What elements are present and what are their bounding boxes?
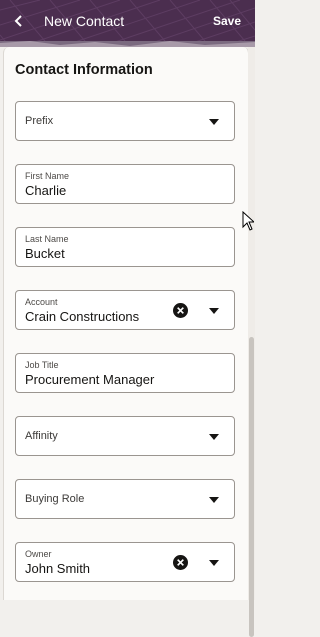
mouse-cursor-icon — [242, 211, 254, 231]
account-value: Crain Constructions — [25, 309, 140, 324]
prefix-select[interactable]: Prefix — [15, 101, 235, 141]
owner-value: John Smith — [25, 561, 91, 576]
chevron-down-icon[interactable] — [209, 560, 219, 566]
owner-select[interactable]: Owner John Smith — [15, 542, 235, 582]
affinity-placeholder: Affinity — [25, 430, 58, 442]
form-card: Contact Information Prefix First Name Ch… — [3, 47, 249, 600]
job-title-field[interactable]: Job Title Procurement Manager — [15, 353, 235, 393]
scrollbar[interactable] — [248, 47, 255, 637]
prefix-placeholder: Prefix — [25, 115, 54, 127]
first-name-field[interactable]: First Name Charlie — [15, 164, 235, 204]
buying-role-select[interactable]: Buying Role — [15, 479, 235, 519]
last-name-value: Bucket — [25, 246, 65, 261]
clear-icon[interactable] — [173, 303, 188, 318]
job-title-value: Procurement Manager — [25, 372, 155, 387]
chevron-left-icon — [14, 15, 22, 27]
page-title: New Contact — [44, 13, 125, 29]
clear-icon[interactable] — [173, 555, 188, 570]
section-title: Contact Information — [15, 62, 153, 78]
chevron-down-icon[interactable] — [209, 308, 219, 314]
owner-label: Owner — [25, 549, 52, 559]
affinity-select[interactable]: Affinity — [15, 416, 235, 456]
account-select[interactable]: Account Crain Constructions — [15, 290, 235, 330]
last-name-label: Last Name — [25, 234, 69, 244]
account-label: Account — [25, 297, 58, 307]
scrollbar-thumb[interactable] — [249, 337, 254, 637]
last-name-field[interactable]: Last Name Bucket — [15, 227, 235, 267]
job-title-label: Job Title — [25, 360, 59, 370]
chevron-down-icon[interactable] — [209, 497, 219, 503]
chevron-down-icon[interactable] — [209, 434, 219, 440]
first-name-value: Charlie — [25, 183, 67, 198]
buying-role-placeholder: Buying Role — [25, 493, 85, 505]
save-button[interactable]: Save — [213, 14, 241, 28]
first-name-label: First Name — [25, 171, 70, 181]
app-header: New Contact Save — [0, 0, 255, 47]
back-button[interactable] — [6, 8, 32, 34]
chevron-down-icon[interactable] — [209, 119, 219, 125]
